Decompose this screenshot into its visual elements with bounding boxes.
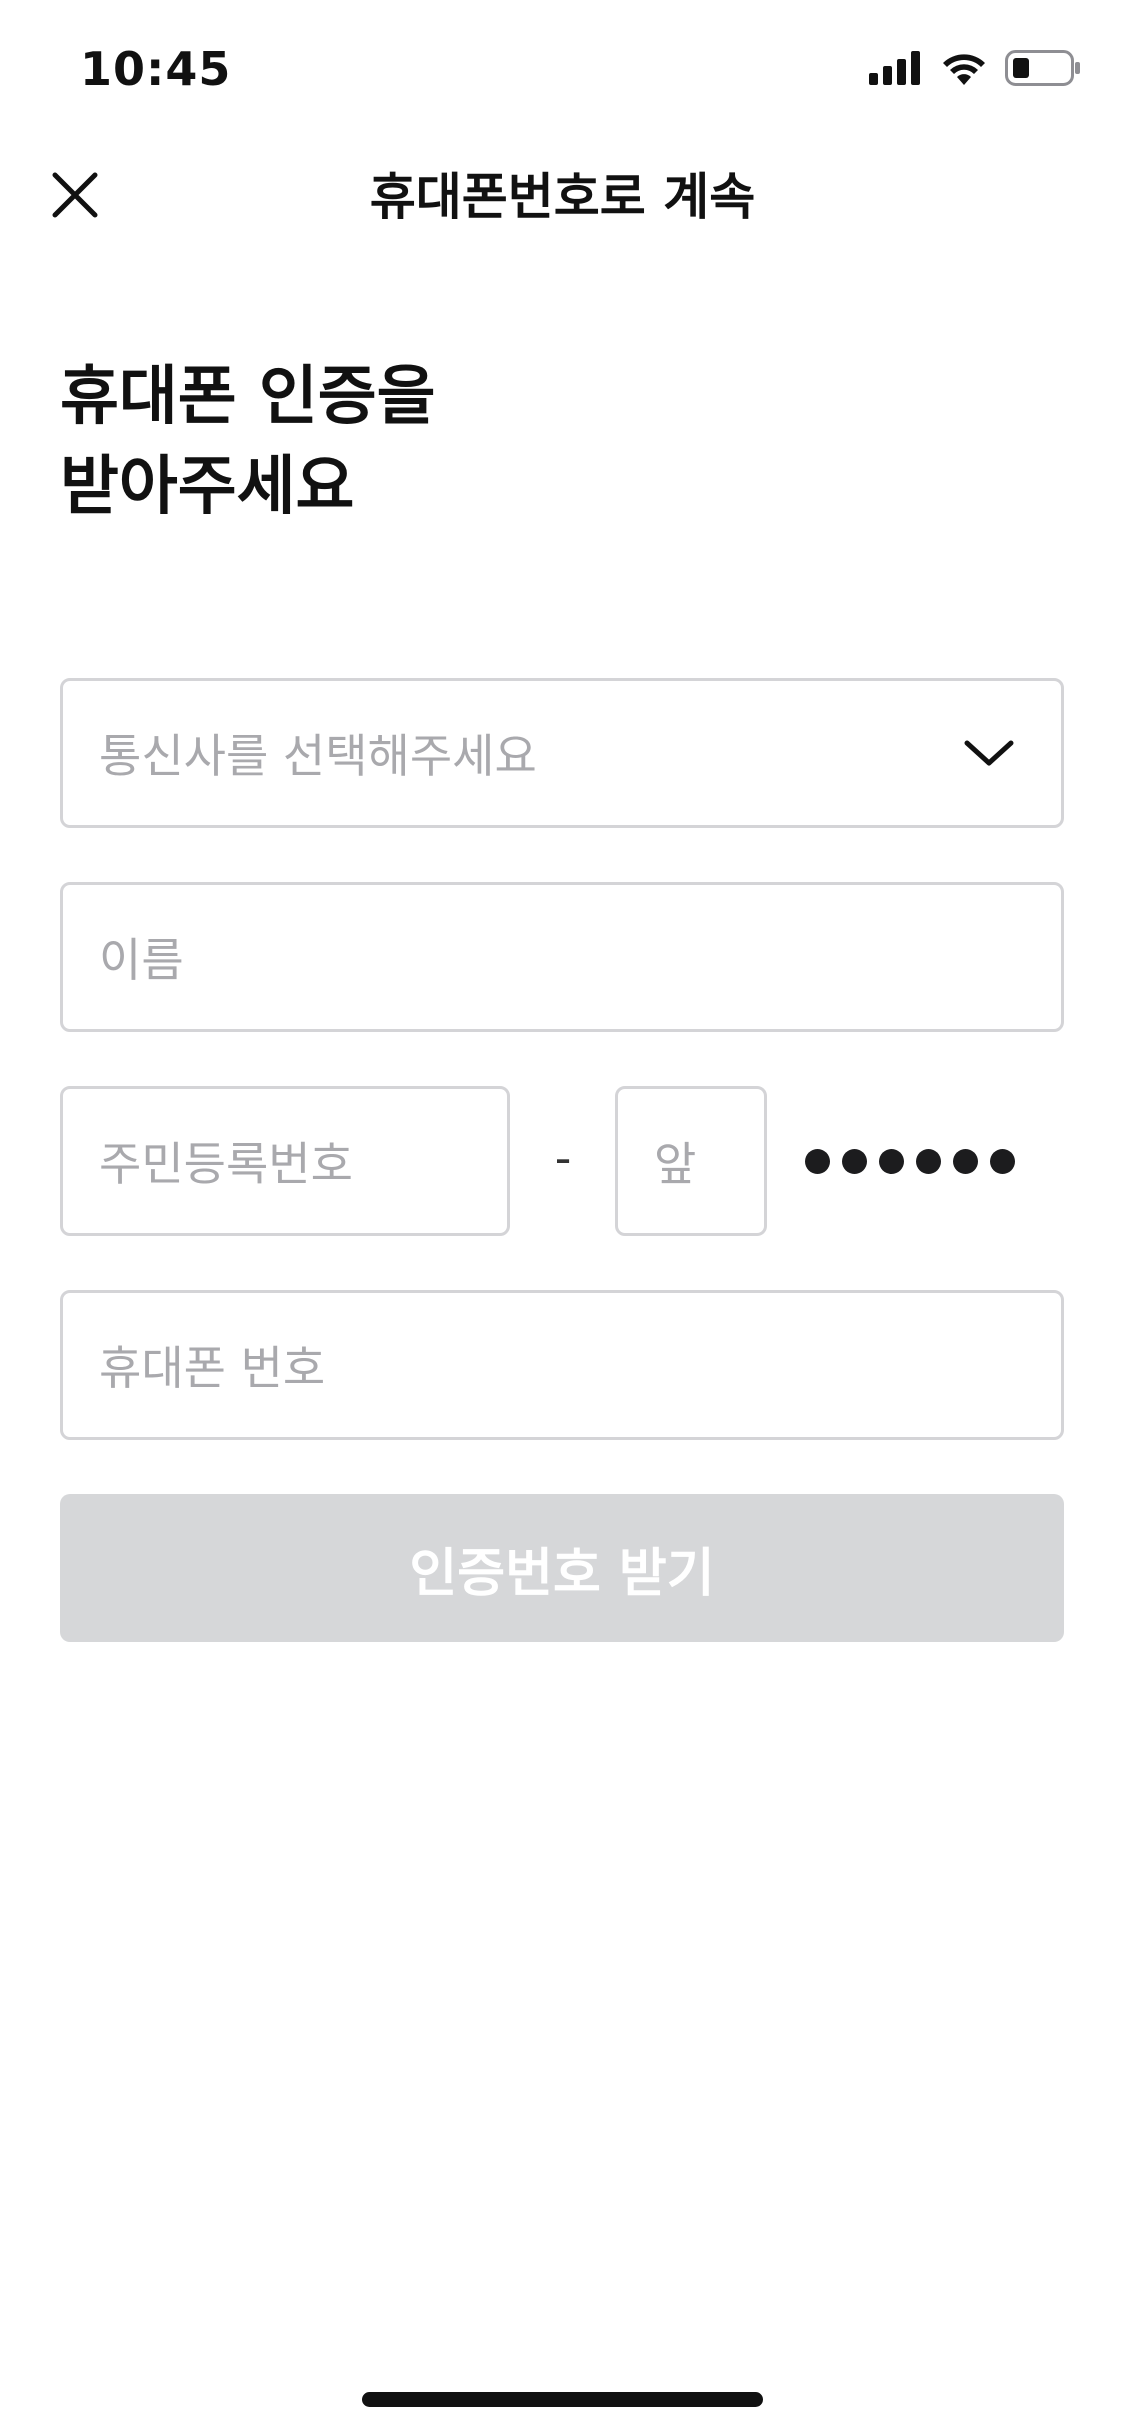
- rrn-back-placeholder: 앞: [654, 1137, 697, 1191]
- mask-dot: [879, 1148, 904, 1174]
- mask-dot: [916, 1148, 941, 1174]
- heading-line-1: 휴대폰 인증을: [60, 360, 436, 434]
- status-icons: [869, 50, 1081, 90]
- mask-dot: [805, 1148, 830, 1174]
- mask-dot: [842, 1148, 867, 1174]
- phone-placeholder: 휴대폰 번호: [99, 1341, 326, 1395]
- carrier-placeholder: 통신사를 선택해주세요: [99, 729, 537, 783]
- name-input[interactable]: 이름: [60, 882, 1064, 1032]
- instruction-heading: 휴대폰 인증을 받아주세요: [60, 352, 436, 532]
- request-verification-code-button[interactable]: 인증번호 받기: [60, 1494, 1064, 1642]
- page-title: 휴대폰번호로 계속: [369, 168, 756, 226]
- wifi-icon: [941, 51, 987, 89]
- home-indicator: [362, 2392, 763, 2407]
- carrier-select[interactable]: 통신사를 선택해주세요: [60, 678, 1064, 828]
- name-placeholder: 이름: [99, 933, 184, 987]
- status-bar: 10:45: [0, 0, 1125, 140]
- rrn-back-digit-input[interactable]: 앞: [615, 1086, 767, 1236]
- rrn-front-placeholder: 주민등록번호: [99, 1137, 353, 1191]
- cellular-signal-icon: [869, 51, 923, 89]
- heading-line-2: 받아주세요: [60, 450, 355, 524]
- phone-number-input[interactable]: 휴대폰 번호: [60, 1290, 1064, 1440]
- mask-dot: [990, 1148, 1015, 1174]
- status-time: 10:45: [80, 42, 232, 96]
- rrn-masked-digits: [805, 1146, 1015, 1176]
- rrn-separator: -: [554, 1131, 572, 1185]
- mask-dot: [953, 1148, 978, 1174]
- rrn-front-input[interactable]: 주민등록번호: [60, 1086, 510, 1236]
- battery-icon: [1005, 50, 1081, 90]
- chevron-down-icon: [961, 735, 1017, 771]
